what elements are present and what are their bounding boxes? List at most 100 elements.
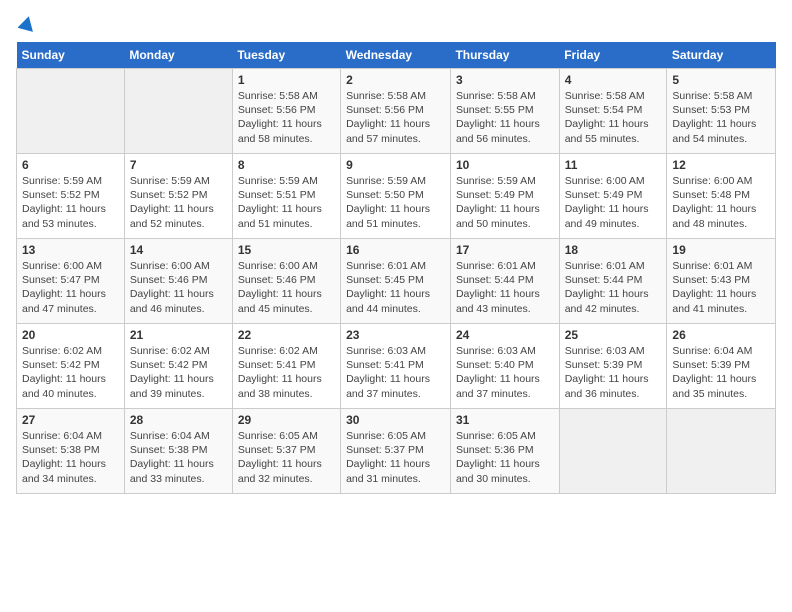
calendar-cell: 9 Sunrise: 5:59 AM Sunset: 5:50 PM Daylig…	[341, 154, 451, 239]
day-number: 18	[565, 243, 662, 257]
day-number: 29	[238, 413, 335, 427]
day-detail: Sunrise: 6:01 AM Sunset: 5:45 PM Dayligh…	[346, 259, 445, 316]
week-row-4: 20 Sunrise: 6:02 AM Sunset: 5:42 PM Dayli…	[17, 324, 776, 409]
calendar-body: 1 Sunrise: 5:58 AM Sunset: 5:56 PM Daylig…	[17, 69, 776, 494]
day-number: 31	[456, 413, 554, 427]
day-number: 24	[456, 328, 554, 342]
day-header-sunday: Sunday	[17, 42, 125, 69]
calendar-cell: 7 Sunrise: 5:59 AM Sunset: 5:52 PM Daylig…	[124, 154, 232, 239]
day-detail: Sunrise: 6:01 AM Sunset: 5:43 PM Dayligh…	[672, 259, 770, 316]
calendar-cell: 4 Sunrise: 5:58 AM Sunset: 5:54 PM Daylig…	[559, 69, 667, 154]
calendar-cell: 19 Sunrise: 6:01 AM Sunset: 5:43 PM Dayli…	[667, 239, 776, 324]
day-detail: Sunrise: 6:05 AM Sunset: 5:37 PM Dayligh…	[346, 429, 445, 486]
day-detail: Sunrise: 5:58 AM Sunset: 5:55 PM Dayligh…	[456, 89, 554, 146]
logo	[16, 16, 36, 32]
day-detail: Sunrise: 5:59 AM Sunset: 5:50 PM Dayligh…	[346, 174, 445, 231]
logo-icon	[18, 14, 36, 32]
day-detail: Sunrise: 6:00 AM Sunset: 5:46 PM Dayligh…	[238, 259, 335, 316]
day-detail: Sunrise: 6:00 AM Sunset: 5:47 PM Dayligh…	[22, 259, 119, 316]
day-detail: Sunrise: 6:02 AM Sunset: 5:41 PM Dayligh…	[238, 344, 335, 401]
day-detail: Sunrise: 5:59 AM Sunset: 5:49 PM Dayligh…	[456, 174, 554, 231]
day-number: 3	[456, 73, 554, 87]
day-number: 30	[346, 413, 445, 427]
day-detail: Sunrise: 5:59 AM Sunset: 5:51 PM Dayligh…	[238, 174, 335, 231]
calendar-cell: 17 Sunrise: 6:01 AM Sunset: 5:44 PM Dayli…	[450, 239, 559, 324]
day-detail: Sunrise: 6:04 AM Sunset: 5:38 PM Dayligh…	[130, 429, 227, 486]
day-detail: Sunrise: 6:03 AM Sunset: 5:41 PM Dayligh…	[346, 344, 445, 401]
day-detail: Sunrise: 6:03 AM Sunset: 5:39 PM Dayligh…	[565, 344, 662, 401]
day-header-saturday: Saturday	[667, 42, 776, 69]
day-number: 15	[238, 243, 335, 257]
calendar-cell: 5Sunrise: 5:58 AM Sunset: 5:53 PM Daylig…	[667, 69, 776, 154]
week-row-2: 6Sunrise: 5:59 AM Sunset: 5:52 PM Daylig…	[17, 154, 776, 239]
day-number: 28	[130, 413, 227, 427]
day-number: 4	[565, 73, 662, 87]
day-detail: Sunrise: 6:00 AM Sunset: 5:48 PM Dayligh…	[672, 174, 770, 231]
day-number: 1	[238, 73, 335, 87]
calendar-cell: 30 Sunrise: 6:05 AM Sunset: 5:37 PM Dayli…	[341, 409, 451, 494]
day-number: 14	[130, 243, 227, 257]
day-header-friday: Friday	[559, 42, 667, 69]
day-detail: Sunrise: 5:58 AM Sunset: 5:56 PM Dayligh…	[238, 89, 335, 146]
day-detail: Sunrise: 6:01 AM Sunset: 5:44 PM Dayligh…	[565, 259, 662, 316]
day-number: 17	[456, 243, 554, 257]
calendar-cell: 16Sunrise: 6:01 AM Sunset: 5:45 PM Dayli…	[341, 239, 451, 324]
calendar-cell: 11 Sunrise: 6:00 AM Sunset: 5:49 PM Dayli…	[559, 154, 667, 239]
day-number: 26	[672, 328, 770, 342]
calendar-cell: 14 Sunrise: 6:00 AM Sunset: 5:46 PM Dayli…	[124, 239, 232, 324]
day-detail: Sunrise: 6:04 AM Sunset: 5:39 PM Dayligh…	[672, 344, 770, 401]
calendar-cell: 3 Sunrise: 5:58 AM Sunset: 5:55 PM Daylig…	[450, 69, 559, 154]
day-number: 19	[672, 243, 770, 257]
day-header-tuesday: Tuesday	[232, 42, 340, 69]
day-detail: Sunrise: 6:02 AM Sunset: 5:42 PM Dayligh…	[130, 344, 227, 401]
day-number: 20	[22, 328, 119, 342]
calendar-cell: 28 Sunrise: 6:04 AM Sunset: 5:38 PM Dayli…	[124, 409, 232, 494]
header	[16, 16, 776, 32]
calendar-cell: 26 Sunrise: 6:04 AM Sunset: 5:39 PM Dayli…	[667, 324, 776, 409]
calendar-table: SundayMondayTuesdayWednesdayThursdayFrid…	[16, 42, 776, 494]
calendar-cell: 29 Sunrise: 6:05 AM Sunset: 5:37 PM Dayli…	[232, 409, 340, 494]
day-number: 9	[346, 158, 445, 172]
day-detail: Sunrise: 6:03 AM Sunset: 5:40 PM Dayligh…	[456, 344, 554, 401]
calendar-cell: 18 Sunrise: 6:01 AM Sunset: 5:44 PM Dayli…	[559, 239, 667, 324]
calendar-cell: 31Sunrise: 6:05 AM Sunset: 5:36 PM Dayli…	[450, 409, 559, 494]
day-number: 21	[130, 328, 227, 342]
day-number: 8	[238, 158, 335, 172]
day-number: 12	[672, 158, 770, 172]
day-detail: Sunrise: 6:00 AM Sunset: 5:46 PM Dayligh…	[130, 259, 227, 316]
day-detail: Sunrise: 6:00 AM Sunset: 5:49 PM Dayligh…	[565, 174, 662, 231]
day-number: 25	[565, 328, 662, 342]
calendar-cell: 1 Sunrise: 5:58 AM Sunset: 5:56 PM Daylig…	[232, 69, 340, 154]
day-number: 11	[565, 158, 662, 172]
day-detail: Sunrise: 5:59 AM Sunset: 5:52 PM Dayligh…	[130, 174, 227, 231]
calendar-cell	[124, 69, 232, 154]
week-row-3: 13 Sunrise: 6:00 AM Sunset: 5:47 PM Dayli…	[17, 239, 776, 324]
day-number: 27	[22, 413, 119, 427]
day-detail: Sunrise: 6:02 AM Sunset: 5:42 PM Dayligh…	[22, 344, 119, 401]
day-detail: Sunrise: 6:04 AM Sunset: 5:38 PM Dayligh…	[22, 429, 119, 486]
calendar-cell: 22Sunrise: 6:02 AM Sunset: 5:41 PM Dayli…	[232, 324, 340, 409]
calendar-cell	[17, 69, 125, 154]
day-header-thursday: Thursday	[450, 42, 559, 69]
day-number: 13	[22, 243, 119, 257]
calendar-cell: 21 Sunrise: 6:02 AM Sunset: 5:42 PM Dayli…	[124, 324, 232, 409]
calendar-cell: 6Sunrise: 5:59 AM Sunset: 5:52 PM Daylig…	[17, 154, 125, 239]
calendar-cell: 20 Sunrise: 6:02 AM Sunset: 5:42 PM Dayli…	[17, 324, 125, 409]
day-number: 2	[346, 73, 445, 87]
calendar-cell: 15 Sunrise: 6:00 AM Sunset: 5:46 PM Dayli…	[232, 239, 340, 324]
day-number: 7	[130, 158, 227, 172]
calendar-cell: 23 Sunrise: 6:03 AM Sunset: 5:41 PM Dayli…	[341, 324, 451, 409]
day-number: 23	[346, 328, 445, 342]
week-row-1: 1 Sunrise: 5:58 AM Sunset: 5:56 PM Daylig…	[17, 69, 776, 154]
week-row-5: 27 Sunrise: 6:04 AM Sunset: 5:38 PM Dayli…	[17, 409, 776, 494]
calendar-cell: 27 Sunrise: 6:04 AM Sunset: 5:38 PM Dayli…	[17, 409, 125, 494]
day-detail: Sunrise: 6:01 AM Sunset: 5:44 PM Dayligh…	[456, 259, 554, 316]
calendar-cell: 25 Sunrise: 6:03 AM Sunset: 5:39 PM Dayli…	[559, 324, 667, 409]
day-header-wednesday: Wednesday	[341, 42, 451, 69]
day-detail: Sunrise: 6:05 AM Sunset: 5:37 PM Dayligh…	[238, 429, 335, 486]
calendar-cell: 13 Sunrise: 6:00 AM Sunset: 5:47 PM Dayli…	[17, 239, 125, 324]
day-number: 10	[456, 158, 554, 172]
calendar-cell: 8 Sunrise: 5:59 AM Sunset: 5:51 PM Daylig…	[232, 154, 340, 239]
calendar-cell	[559, 409, 667, 494]
day-detail: Sunrise: 5:58 AM Sunset: 5:54 PM Dayligh…	[565, 89, 662, 146]
